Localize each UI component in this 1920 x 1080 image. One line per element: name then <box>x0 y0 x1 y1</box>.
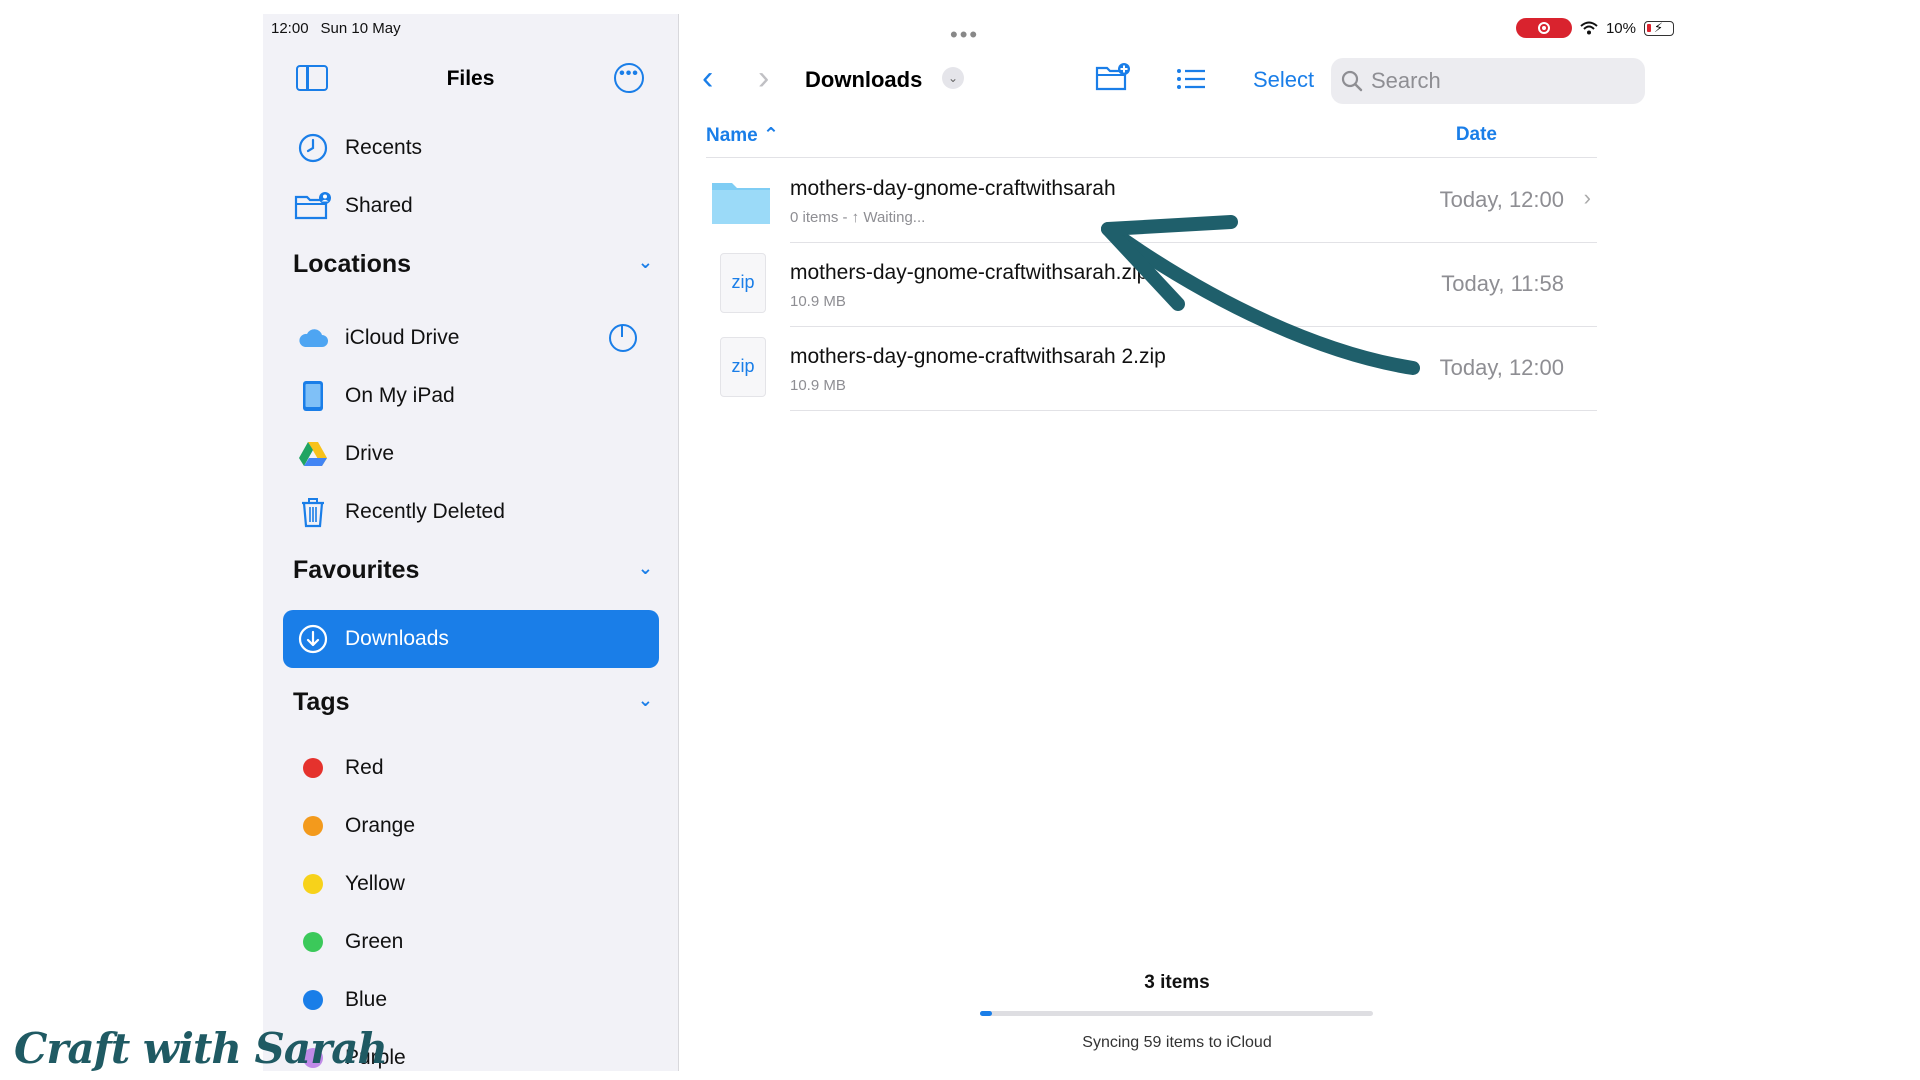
battery-percent: 10% <box>1605 19 1636 37</box>
column-header-row: Name ⌃ Date <box>706 120 1597 158</box>
title-menu-chevron-icon[interactable]: ⌄ <box>942 67 964 89</box>
brand-watermark: Craft with Sarah <box>14 1024 388 1073</box>
chevron-down-icon[interactable]: ⌄ <box>638 690 653 711</box>
tags-section-header[interactable]: Tags ⌄ <box>293 688 653 717</box>
search-icon <box>1341 70 1363 92</box>
sort-by-name-button[interactable]: Name ⌃ <box>706 124 779 147</box>
chevron-down-icon[interactable]: ⌄ <box>638 252 653 273</box>
tag-dot-icon <box>293 748 333 788</box>
sidebar-item-label: Recently Deleted <box>345 500 505 523</box>
sidebar-item-label: Recents <box>345 136 423 159</box>
sidebar-item-recents[interactable]: Recents <box>283 122 663 174</box>
sidebar-item-label: Green <box>345 930 404 953</box>
screen-recording-icon[interactable] <box>1515 18 1572 38</box>
file-date: Today, 12:00 <box>1439 355 1564 380</box>
new-folder-icon[interactable] <box>1095 63 1131 91</box>
sidebar-item-recently-deleted[interactable]: Recently Deleted <box>283 486 663 538</box>
sidebar-item-label: Drive <box>345 442 395 465</box>
file-name: mothers-day-gnome-craftwithsarah 2.zip <box>790 345 1166 368</box>
google-drive-icon <box>293 434 333 474</box>
search-input[interactable] <box>1371 68 1611 94</box>
favourites-section-header[interactable]: Favourites ⌄ <box>293 556 653 585</box>
select-button[interactable]: Select <box>1253 67 1314 93</box>
navigation-bar: ‹ › Downloads ⌄ Select <box>680 58 1674 105</box>
zip-file-icon: zip <box>720 337 766 397</box>
wifi-icon <box>1580 21 1598 35</box>
zip-file-icon: zip <box>720 253 766 313</box>
row-divider <box>790 410 1597 411</box>
sort-by-date-button[interactable]: Date <box>1456 124 1497 146</box>
sidebar: 12:00 Sun 10 May Files ••• Recents Shared… <box>263 14 679 1071</box>
status-time: 12:00 Sun 10 May <box>271 20 413 37</box>
download-circle-icon <box>293 619 333 659</box>
folder-icon <box>712 183 770 224</box>
icloud-icon <box>293 318 333 358</box>
locations-section-header[interactable]: Locations ⌄ <box>293 250 653 279</box>
sidebar-item-label: Red <box>345 756 384 779</box>
section-title: Locations <box>293 250 412 278</box>
sort-ascending-icon: ⌃ <box>763 125 779 146</box>
chevron-down-icon[interactable]: ⌄ <box>638 558 653 579</box>
sidebar-item-label: iCloud Drive <box>345 326 460 349</box>
sidebar-item-on-my-ipad[interactable]: On My iPad <box>283 370 663 422</box>
ipad-screen: 12:00 Sun 10 May Files ••• Recents Shared… <box>263 14 1674 1071</box>
sidebar-item-label: Blue <box>345 988 388 1011</box>
file-row[interactable]: zip mothers-day-gnome-craftwithsarah.zip… <box>706 243 1597 327</box>
column-name-label: Name <box>706 125 758 146</box>
ipad-icon <box>293 376 333 416</box>
sidebar-item-tag-blue[interactable]: Blue <box>283 974 663 1026</box>
chevron-right-icon: › <box>1583 185 1591 210</box>
sidebar-item-tag-green[interactable]: Green <box>283 916 663 968</box>
tag-dot-icon <box>293 864 333 904</box>
file-name: mothers-day-gnome-craftwithsarah <box>790 177 1116 200</box>
status-clock: 12:00 <box>271 20 309 37</box>
tag-dot-icon <box>293 922 333 962</box>
sidebar-item-tag-red[interactable]: Red <box>283 742 663 794</box>
file-meta: 10.9 MB <box>790 293 846 310</box>
more-options-icon[interactable]: ••• <box>614 63 644 93</box>
list-view-icon[interactable] <box>1176 68 1206 90</box>
file-meta: 10.9 MB <box>790 377 846 394</box>
sidebar-item-drive[interactable]: Drive <box>283 428 663 480</box>
forward-chevron-icon[interactable]: › <box>758 61 769 95</box>
file-date: Today, 11:58 <box>1441 271 1564 296</box>
tag-dot-icon <box>293 806 333 846</box>
sidebar-item-label: Downloads <box>345 627 449 650</box>
file-name: mothers-day-gnome-craftwithsarah.zip <box>790 261 1149 284</box>
sync-status: Syncing 59 items to iCloud <box>1082 1034 1272 1051</box>
section-title: Tags <box>293 688 350 716</box>
clock-icon <box>293 128 333 168</box>
section-title: Favourites <box>293 556 420 584</box>
trash-icon <box>293 492 333 532</box>
file-date: Today, 12:00 <box>1439 187 1564 212</box>
file-row[interactable]: zip mothers-day-gnome-craftwithsarah 2.z… <box>706 327 1597 411</box>
battery-icon: ⚡ <box>1644 20 1674 36</box>
sidebar-item-icloud-drive[interactable]: iCloud Drive <box>283 312 663 364</box>
file-meta: 0 items - ↑ Waiting... <box>790 209 926 226</box>
main-pane: ••• 10% ⚡ ‹ › Downloads ⌄ Select Name ⌃ … <box>680 14 1674 1071</box>
tag-dot-icon <box>293 980 333 1020</box>
sidebar-item-label: Yellow <box>345 872 405 895</box>
shared-folder-icon <box>293 186 333 226</box>
status-indicators: 10% ⚡ <box>1515 18 1674 38</box>
folder-title[interactable]: Downloads <box>805 67 922 93</box>
item-count: 3 items <box>1144 972 1210 993</box>
status-date: Sun 10 May <box>320 20 401 37</box>
sync-progress-bar <box>980 1011 1373 1016</box>
sidebar-header: Files ••• <box>263 59 678 99</box>
sync-status-icon <box>609 324 637 352</box>
back-chevron-icon[interactable]: ‹ <box>702 61 713 95</box>
sidebar-item-downloads[interactable]: Downloads <box>283 610 659 668</box>
sidebar-item-shared[interactable]: Shared <box>283 180 663 232</box>
sidebar-item-label: Shared <box>345 194 413 217</box>
sidebar-item-tag-yellow[interactable]: Yellow <box>283 858 663 910</box>
sidebar-item-label: Orange <box>345 814 416 837</box>
sync-progress-fill <box>980 1011 992 1016</box>
sidebar-item-label: On My iPad <box>345 384 455 407</box>
sidebar-item-tag-orange[interactable]: Orange <box>283 800 663 852</box>
search-field[interactable] <box>1331 58 1645 104</box>
multitasking-dots-icon[interactable]: ••• <box>950 22 979 48</box>
file-row[interactable]: mothers-day-gnome-craftwithsarah 0 items… <box>706 159 1597 243</box>
